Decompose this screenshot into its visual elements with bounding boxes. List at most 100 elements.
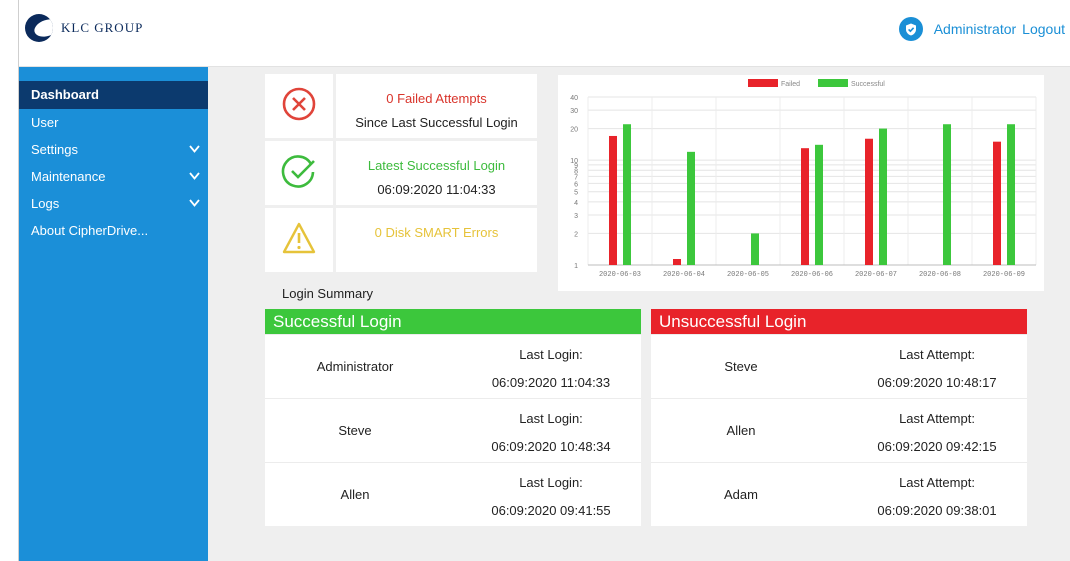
bar-successful <box>815 144 823 265</box>
y-tick-label: 30 <box>570 108 578 115</box>
y-tick-label: 20 <box>570 127 578 134</box>
unsuccessful-login-panel: Unsuccessful Login Steve Last Attempt: 0… <box>651 309 1027 526</box>
sidebar-item-settings[interactable]: Settings <box>19 136 208 163</box>
user-area: Administrator Logout <box>898 17 1065 41</box>
login-summary-title: Login Summary <box>282 286 374 301</box>
x-tick-label: 2020-06-09 <box>983 271 1025 279</box>
latest-login-card: Latest Successful Login 06:09:2020 11:04… <box>336 141 537 205</box>
bar-successful <box>623 124 631 265</box>
table-row: Adam Last Attempt: 06:09:2020 09:38:01 <box>651 462 1027 526</box>
x-tick-label: 2020-06-06 <box>791 271 833 279</box>
table-row: Allen Last Login: 06:09:2020 09:41:55 <box>265 462 641 526</box>
successful-login-panel: Successful Login Administrator Last Logi… <box>265 309 641 526</box>
bar-successful <box>943 124 951 265</box>
y-tick-label: 7 <box>574 174 578 181</box>
chevron-down-icon <box>189 163 200 190</box>
bar-failed <box>801 148 809 265</box>
legend-swatch <box>818 79 848 87</box>
sidebar-item-label: Settings <box>31 142 78 157</box>
bar-failed <box>865 138 873 265</box>
user-name: Steve <box>724 359 758 374</box>
last-login-label: Last Login: <box>519 411 583 426</box>
last-login-time: 06:09:2020 09:41:55 <box>491 503 611 518</box>
legend-swatch <box>748 79 778 87</box>
warning-icon-card <box>265 208 333 272</box>
logo: KLC GROUP <box>25 14 143 42</box>
failed-attempts-card: 0 Failed Attempts Since Last Successful … <box>336 74 537 138</box>
y-tick-label: 1 <box>574 263 578 270</box>
sidebar-item-user[interactable]: User <box>19 109 208 136</box>
sidebar-item-label: Dashboard <box>31 87 99 102</box>
bar-successful <box>687 151 695 265</box>
last-attempt-time: 06:09:2020 09:38:01 <box>877 503 997 518</box>
last-attempt-label: Last Attempt: <box>899 347 975 362</box>
sidebar-item-logs[interactable]: Logs <box>19 190 208 217</box>
disk-errors-card: 0 Disk SMART Errors <box>336 208 537 272</box>
chevron-down-icon <box>189 190 200 217</box>
last-attempt-label: Last Attempt: <box>899 475 975 490</box>
login-chart: 123456789102030402020-06-03 2020-06-04 202… <box>558 75 1044 291</box>
header: KLC GROUP Administrator Logout <box>19 0 1070 67</box>
logo-mark-icon <box>25 14 53 42</box>
table-row: Administrator Last Login: 06:09:2020 11:… <box>265 334 641 398</box>
failed-icon-card <box>265 74 333 138</box>
user-name: Allen <box>340 487 370 502</box>
latest-login-time: 06:09:2020 11:04:33 <box>377 182 496 197</box>
sidebar-item-maintenance[interactable]: Maintenance <box>19 163 208 190</box>
legend-label: Failed <box>781 81 800 88</box>
app-window: KLC GROUP Administrator Logout Dashboard… <box>18 0 1070 561</box>
user-name: Steve <box>338 423 372 438</box>
sidebar-item-label: About CipherDrive... <box>31 223 149 238</box>
table-row: Allen Last Attempt: 06:09:2020 09:42:15 <box>651 398 1027 462</box>
user-name: Adam <box>724 487 758 502</box>
disk-errors-text: 0 Disk SMART Errors <box>374 225 499 240</box>
table-row: Steve Last Login: 06:09:2020 10:48:34 <box>265 398 641 462</box>
y-tick-label: 40 <box>570 95 578 102</box>
bar-failed <box>609 135 617 265</box>
user-name: Administrator <box>316 359 394 374</box>
warning-triangle-icon <box>281 221 317 260</box>
x-tick-label: 2020-06-03 <box>599 271 641 279</box>
x-circle-icon <box>281 86 317 127</box>
legend-label: Successful <box>851 81 885 88</box>
sidebar: Dashboard User Settings Maintenance Logs… <box>19 67 208 561</box>
check-circle-icon <box>281 153 317 194</box>
y-tick-label: 2 <box>574 231 578 238</box>
main-content: 0 Failed Attempts Since Last Successful … <box>208 67 1070 561</box>
unsuccessful-login-heading: Unsuccessful Login <box>651 309 1027 334</box>
bar-successful <box>879 128 887 265</box>
bar-failed <box>993 141 1001 265</box>
latest-login-text: Latest Successful Login <box>367 158 506 173</box>
failed-attempts-subtext: Since Last Successful Login <box>355 115 518 130</box>
y-tick-label: 6 <box>574 181 578 188</box>
last-attempt-label: Last Attempt: <box>899 411 975 426</box>
logout-link[interactable]: Logout <box>1022 21 1065 37</box>
table-row: Steve Last Attempt: 06:09:2020 10:48:17 <box>651 334 1027 398</box>
sidebar-item-label: Maintenance <box>31 169 106 184</box>
last-attempt-time: 06:09:2020 09:42:15 <box>877 439 997 454</box>
administrator-link[interactable]: Administrator <box>934 21 1016 37</box>
x-tick-label: 2020-06-04 <box>663 271 705 279</box>
last-login-label: Last Login: <box>519 347 583 362</box>
user-name: Allen <box>726 423 756 438</box>
shield-icon <box>898 17 923 41</box>
sidebar-item-about[interactable]: About CipherDrive... <box>19 217 208 244</box>
bar-successful <box>1007 124 1015 265</box>
bar-failed <box>673 259 681 265</box>
last-login-time: 06:09:2020 11:04:33 <box>491 375 611 390</box>
x-tick-label: 2020-06-07 <box>855 271 897 279</box>
y-tick-label: 3 <box>574 213 578 220</box>
successful-login-heading: Successful Login <box>265 309 641 334</box>
success-icon-card <box>265 141 333 205</box>
last-login-label: Last Login: <box>519 475 583 490</box>
brand-name: KLC GROUP <box>61 20 144 35</box>
sidebar-item-dashboard[interactable]: Dashboard <box>19 81 208 109</box>
x-tick-label: 2020-06-05 <box>727 271 769 279</box>
y-tick-label: 4 <box>574 200 578 207</box>
y-tick-label: 5 <box>574 190 578 197</box>
last-attempt-time: 06:09:2020 10:48:17 <box>877 375 997 390</box>
chevron-down-icon <box>189 136 200 163</box>
sidebar-item-label: User <box>31 115 59 130</box>
last-login-time: 06:09:2020 10:48:34 <box>491 439 611 454</box>
x-tick-label: 2020-06-08 <box>919 271 961 279</box>
